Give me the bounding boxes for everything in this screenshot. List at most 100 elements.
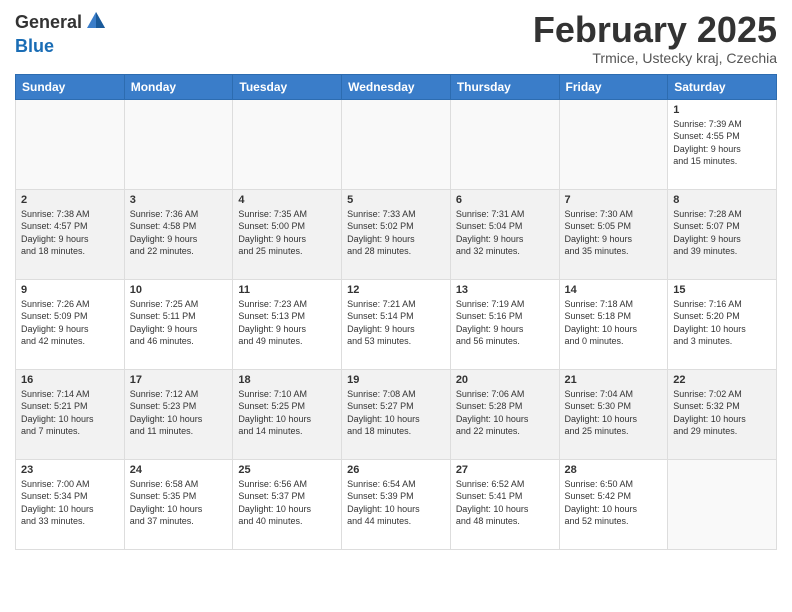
- day-number: 15: [673, 284, 771, 296]
- logo-blue-text: Blue: [15, 36, 54, 56]
- day-number: 1: [673, 104, 771, 116]
- day-info: Sunrise: 6:50 AM Sunset: 5:42 PM Dayligh…: [565, 478, 663, 528]
- calendar-week-row: 16Sunrise: 7:14 AM Sunset: 5:21 PM Dayli…: [16, 369, 777, 459]
- month-title: February 2025: [533, 10, 777, 50]
- day-info: Sunrise: 7:10 AM Sunset: 5:25 PM Dayligh…: [238, 388, 336, 438]
- calendar-day-cell: [668, 459, 777, 549]
- calendar-day-cell: 25 Sunrise: 6:56 AM Sunset: 5:37 PM Dayli…: [233, 459, 342, 549]
- calendar-week-row: 2Sunrise: 7:38 AM Sunset: 4:57 PM Daylig…: [16, 189, 777, 279]
- calendar-day-cell: 23 Sunrise: 7:00 AM Sunset: 5:34 PM Dayli…: [16, 459, 125, 549]
- day-info: Sunrise: 7:18 AM Sunset: 5:18 PM Dayligh…: [565, 298, 663, 348]
- calendar-day-cell: [342, 99, 451, 189]
- calendar-day-cell: 16Sunrise: 7:14 AM Sunset: 5:21 PM Dayli…: [16, 369, 125, 459]
- weekday-header-saturday: Saturday: [668, 74, 777, 99]
- logo-icon: [85, 10, 107, 32]
- calendar-table: SundayMondayTuesdayWednesdayThursdayFrid…: [15, 74, 777, 550]
- day-number: 24: [130, 464, 228, 476]
- day-info: Sunrise: 7:26 AM Sunset: 5:09 PM Dayligh…: [21, 298, 119, 348]
- calendar-day-cell: 9 Sunrise: 7:26 AM Sunset: 5:09 PM Daylig…: [16, 279, 125, 369]
- location-text: Trmice, Ustecky kraj, Czechia: [533, 50, 777, 66]
- day-info: Sunrise: 6:56 AM Sunset: 5:37 PM Dayligh…: [238, 478, 336, 528]
- calendar-day-cell: 6 Sunrise: 7:31 AM Sunset: 5:04 PM Daylig…: [450, 189, 559, 279]
- day-number: 25: [238, 464, 336, 476]
- calendar-day-cell: 18 Sunrise: 7:10 AM Sunset: 5:25 PM Dayli…: [233, 369, 342, 459]
- logo: General Blue: [15, 10, 108, 57]
- calendar-day-cell: 3 Sunrise: 7:36 AM Sunset: 4:58 PM Daylig…: [124, 189, 233, 279]
- weekday-header-thursday: Thursday: [450, 74, 559, 99]
- weekday-header-row: SundayMondayTuesdayWednesdayThursdayFrid…: [16, 74, 777, 99]
- day-number: 10: [130, 284, 228, 296]
- day-info: Sunrise: 7:28 AM Sunset: 5:07 PM Dayligh…: [673, 208, 771, 258]
- calendar-day-cell: [233, 99, 342, 189]
- calendar-day-cell: 8 Sunrise: 7:28 AM Sunset: 5:07 PM Daylig…: [668, 189, 777, 279]
- calendar-week-row: 9 Sunrise: 7:26 AM Sunset: 5:09 PM Daylig…: [16, 279, 777, 369]
- calendar-week-row: 1 Sunrise: 7:39 AM Sunset: 4:55 PM Daylig…: [16, 99, 777, 189]
- day-number: 7: [565, 194, 663, 206]
- day-number: 16: [21, 374, 119, 386]
- day-info: Sunrise: 7:21 AM Sunset: 5:14 PM Dayligh…: [347, 298, 445, 348]
- day-info: Sunrise: 7:04 AM Sunset: 5:30 PM Dayligh…: [565, 388, 663, 438]
- calendar-day-cell: [124, 99, 233, 189]
- day-number: 12: [347, 284, 445, 296]
- day-info: Sunrise: 7:30 AM Sunset: 5:05 PM Dayligh…: [565, 208, 663, 258]
- day-number: 26: [347, 464, 445, 476]
- day-info: Sunrise: 7:31 AM Sunset: 5:04 PM Dayligh…: [456, 208, 554, 258]
- weekday-header-monday: Monday: [124, 74, 233, 99]
- day-info: Sunrise: 7:00 AM Sunset: 5:34 PM Dayligh…: [21, 478, 119, 528]
- day-number: 14: [565, 284, 663, 296]
- day-number: 13: [456, 284, 554, 296]
- day-info: Sunrise: 7:16 AM Sunset: 5:20 PM Dayligh…: [673, 298, 771, 348]
- page-header: General Blue February 2025 Trmice, Ustec…: [15, 10, 777, 66]
- calendar-day-cell: 20 Sunrise: 7:06 AM Sunset: 5:28 PM Dayli…: [450, 369, 559, 459]
- calendar-day-cell: 17Sunrise: 7:12 AM Sunset: 5:23 PM Dayli…: [124, 369, 233, 459]
- day-info: Sunrise: 7:25 AM Sunset: 5:11 PM Dayligh…: [130, 298, 228, 348]
- calendar-day-cell: 22Sunrise: 7:02 AM Sunset: 5:32 PM Dayli…: [668, 369, 777, 459]
- day-number: 18: [238, 374, 336, 386]
- day-number: 8: [673, 194, 771, 206]
- day-info: Sunrise: 6:58 AM Sunset: 5:35 PM Dayligh…: [130, 478, 228, 528]
- day-info: Sunrise: 7:35 AM Sunset: 5:00 PM Dayligh…: [238, 208, 336, 258]
- day-number: 9: [21, 284, 119, 296]
- logo-general-text: General: [15, 12, 82, 32]
- calendar-day-cell: 12 Sunrise: 7:21 AM Sunset: 5:14 PM Dayli…: [342, 279, 451, 369]
- day-info: Sunrise: 7:33 AM Sunset: 5:02 PM Dayligh…: [347, 208, 445, 258]
- calendar-day-cell: 24 Sunrise: 6:58 AM Sunset: 5:35 PM Dayli…: [124, 459, 233, 549]
- title-block: February 2025 Trmice, Ustecky kraj, Czec…: [533, 10, 777, 66]
- day-number: 3: [130, 194, 228, 206]
- calendar-day-cell: [16, 99, 125, 189]
- day-number: 11: [238, 284, 336, 296]
- day-number: 22: [673, 374, 771, 386]
- day-number: 27: [456, 464, 554, 476]
- day-number: 6: [456, 194, 554, 206]
- day-number: 23: [21, 464, 119, 476]
- day-info: Sunrise: 7:36 AM Sunset: 4:58 PM Dayligh…: [130, 208, 228, 258]
- day-number: 21: [565, 374, 663, 386]
- day-info: Sunrise: 7:06 AM Sunset: 5:28 PM Dayligh…: [456, 388, 554, 438]
- day-info: Sunrise: 7:23 AM Sunset: 5:13 PM Dayligh…: [238, 298, 336, 348]
- calendar-week-row: 23 Sunrise: 7:00 AM Sunset: 5:34 PM Dayli…: [16, 459, 777, 549]
- calendar-day-cell: 4 Sunrise: 7:35 AM Sunset: 5:00 PM Daylig…: [233, 189, 342, 279]
- calendar-day-cell: 15 Sunrise: 7:16 AM Sunset: 5:20 PM Dayli…: [668, 279, 777, 369]
- calendar-day-cell: [450, 99, 559, 189]
- day-number: 5: [347, 194, 445, 206]
- day-number: 28: [565, 464, 663, 476]
- calendar-day-cell: 19Sunrise: 7:08 AM Sunset: 5:27 PM Dayli…: [342, 369, 451, 459]
- calendar-day-cell: 1 Sunrise: 7:39 AM Sunset: 4:55 PM Daylig…: [668, 99, 777, 189]
- calendar-day-cell: 10 Sunrise: 7:25 AM Sunset: 5:11 PM Dayli…: [124, 279, 233, 369]
- day-number: 19: [347, 374, 445, 386]
- day-info: Sunrise: 7:38 AM Sunset: 4:57 PM Dayligh…: [21, 208, 119, 258]
- calendar-day-cell: 26Sunrise: 6:54 AM Sunset: 5:39 PM Dayli…: [342, 459, 451, 549]
- calendar-day-cell: 5 Sunrise: 7:33 AM Sunset: 5:02 PM Daylig…: [342, 189, 451, 279]
- day-number: 4: [238, 194, 336, 206]
- calendar-day-cell: 14 Sunrise: 7:18 AM Sunset: 5:18 PM Dayli…: [559, 279, 668, 369]
- weekday-header-sunday: Sunday: [16, 74, 125, 99]
- weekday-header-friday: Friday: [559, 74, 668, 99]
- calendar-day-cell: 27 Sunrise: 6:52 AM Sunset: 5:41 PM Dayli…: [450, 459, 559, 549]
- day-info: Sunrise: 6:52 AM Sunset: 5:41 PM Dayligh…: [456, 478, 554, 528]
- calendar-day-cell: 21 Sunrise: 7:04 AM Sunset: 5:30 PM Dayli…: [559, 369, 668, 459]
- day-number: 20: [456, 374, 554, 386]
- day-info: Sunrise: 7:12 AM Sunset: 5:23 PM Dayligh…: [130, 388, 228, 438]
- day-info: Sunrise: 7:39 AM Sunset: 4:55 PM Dayligh…: [673, 118, 771, 168]
- weekday-header-wednesday: Wednesday: [342, 74, 451, 99]
- calendar-day-cell: 2Sunrise: 7:38 AM Sunset: 4:57 PM Daylig…: [16, 189, 125, 279]
